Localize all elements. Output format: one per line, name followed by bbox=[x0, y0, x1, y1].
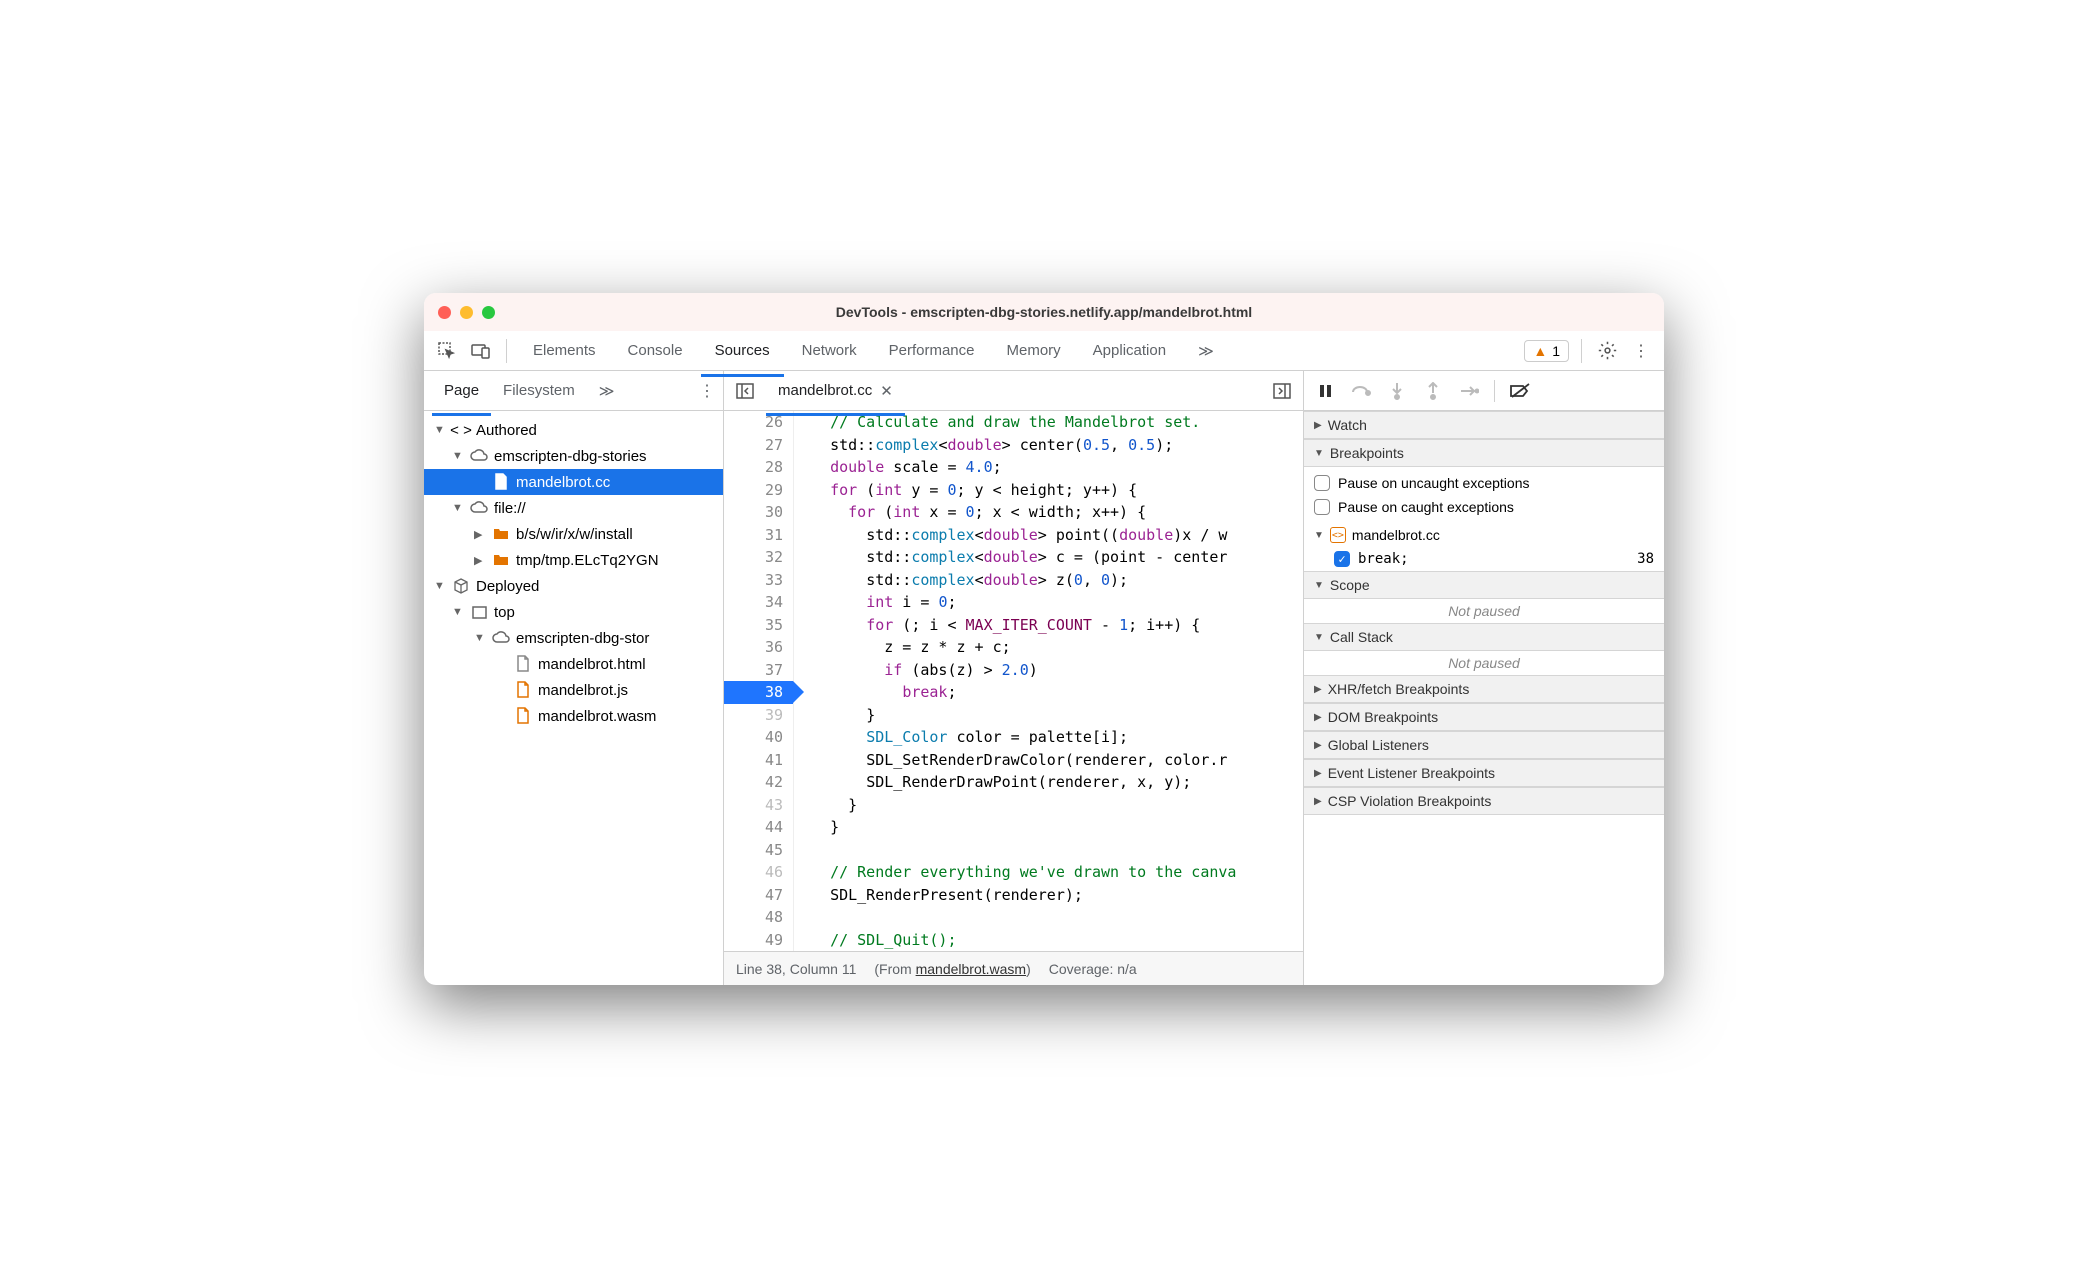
tree-file-mandelbrot-cc[interactable]: mandelbrot.cc bbox=[424, 469, 723, 495]
step-out-icon[interactable] bbox=[1422, 380, 1444, 402]
titlebar: DevTools - emscripten-dbg-stories.netlif… bbox=[424, 293, 1664, 331]
tab-performance[interactable]: Performance bbox=[875, 334, 989, 368]
pause-icon[interactable] bbox=[1314, 380, 1336, 402]
warning-count: 1 bbox=[1552, 343, 1560, 359]
window-title: DevTools - emscripten-dbg-stories.netlif… bbox=[424, 304, 1664, 320]
code-content[interactable]: // Calculate and draw the Mandelbrot set… bbox=[794, 411, 1236, 951]
tree-file-wasm[interactable]: mandelbrot.wasm bbox=[424, 703, 723, 729]
devtools-window: DevTools - emscripten-dbg-stories.netlif… bbox=[424, 293, 1664, 985]
editor-panel: mandelbrot.cc ✕ 262728293031323334353637… bbox=[724, 371, 1304, 985]
file-icon bbox=[492, 473, 510, 491]
kebab-menu-icon[interactable]: ⋮ bbox=[1628, 338, 1654, 364]
deactivate-breakpoints-icon[interactable] bbox=[1509, 380, 1531, 402]
zoom-window-button[interactable] bbox=[482, 306, 495, 319]
code-file-icon: <> bbox=[1330, 527, 1346, 543]
editor-statusbar: Line 38, Column 11 (From mandelbrot.wasm… bbox=[724, 951, 1303, 985]
debugger-toolbar bbox=[1304, 371, 1664, 411]
code-brackets-icon: < > bbox=[452, 421, 470, 439]
step-over-icon[interactable] bbox=[1350, 380, 1372, 402]
toggle-navigator-icon[interactable] bbox=[732, 378, 758, 404]
line-gutter[interactable]: 2627282930313233343536373839404142434445… bbox=[724, 411, 794, 951]
separator bbox=[506, 339, 507, 363]
section-watch[interactable]: ▶Watch bbox=[1304, 411, 1664, 439]
scope-body: Not paused bbox=[1304, 599, 1664, 623]
tab-elements[interactable]: Elements bbox=[519, 334, 610, 368]
checkbox-unchecked-icon[interactable] bbox=[1314, 499, 1330, 515]
cloud-icon bbox=[470, 447, 488, 465]
tree-file-html[interactable]: mandelbrot.html bbox=[424, 651, 723, 677]
section-global[interactable]: ▶Global Listeners bbox=[1304, 731, 1664, 759]
tree-domain-deployed[interactable]: ▼ emscripten-dbg-stor bbox=[424, 625, 723, 651]
section-dom[interactable]: ▶DOM Breakpoints bbox=[1304, 703, 1664, 731]
navigator-panel: Page Filesystem ≫ ⋮ ▼ < > Authored ▼ ems… bbox=[424, 371, 724, 985]
tab-network[interactable]: Network bbox=[788, 334, 871, 368]
file-icon bbox=[514, 655, 532, 673]
tab-console[interactable]: Console bbox=[614, 334, 697, 368]
file-tab-bar: mandelbrot.cc ✕ bbox=[724, 371, 1303, 411]
warning-icon: ▲ bbox=[1533, 343, 1547, 359]
window-controls bbox=[438, 306, 495, 319]
step-into-icon[interactable] bbox=[1386, 380, 1408, 402]
cloud-icon bbox=[492, 629, 510, 647]
file-icon bbox=[514, 681, 532, 699]
more-tabs-icon[interactable]: ≫ bbox=[1184, 334, 1228, 368]
cursor-position: Line 38, Column 11 bbox=[736, 961, 856, 977]
checkbox-checked-icon[interactable]: ✓ bbox=[1334, 551, 1350, 567]
callstack-body: Not paused bbox=[1304, 651, 1664, 675]
content-area: Page Filesystem ≫ ⋮ ▼ < > Authored ▼ ems… bbox=[424, 371, 1664, 985]
section-event[interactable]: ▶Event Listener Breakpoints bbox=[1304, 759, 1664, 787]
section-callstack[interactable]: ▼Call Stack bbox=[1304, 623, 1664, 651]
tree-authored[interactable]: ▼ < > Authored bbox=[424, 417, 723, 443]
tree-top[interactable]: ▼ top bbox=[424, 599, 723, 625]
breakpoints-body: Pause on uncaught exceptions Pause on ca… bbox=[1304, 467, 1664, 523]
tree-folder-install[interactable]: ▶ b/s/w/ir/x/w/install bbox=[424, 521, 723, 547]
settings-icon[interactable] bbox=[1594, 338, 1620, 364]
folder-icon bbox=[492, 525, 510, 543]
separator bbox=[1581, 339, 1582, 363]
close-tab-icon[interactable]: ✕ bbox=[880, 382, 893, 400]
main-toolbar: Elements Console Sources Network Perform… bbox=[424, 331, 1664, 371]
pause-uncaught-row[interactable]: Pause on uncaught exceptions bbox=[1314, 471, 1654, 495]
more-nav-tabs-icon[interactable]: ≫ bbox=[587, 374, 627, 408]
file-tab-mandelbrot-cc[interactable]: mandelbrot.cc ✕ bbox=[766, 375, 905, 407]
tab-memory[interactable]: Memory bbox=[993, 334, 1075, 368]
tab-sources[interactable]: Sources bbox=[701, 334, 784, 368]
section-xhr[interactable]: ▶XHR/fetch Breakpoints bbox=[1304, 675, 1664, 703]
device-toolbar-icon[interactable] bbox=[468, 338, 494, 364]
panel-tabs: Elements Console Sources Network Perform… bbox=[519, 334, 1516, 368]
file-tree: ▼ < > Authored ▼ emscripten-dbg-stories … bbox=[424, 411, 723, 985]
tree-folder-tmp[interactable]: ▶ tmp/tmp.ELcTq2YGN bbox=[424, 547, 723, 573]
nav-kebab-icon[interactable]: ⋮ bbox=[699, 381, 715, 401]
warnings-badge[interactable]: ▲ 1 bbox=[1524, 340, 1569, 362]
debugger-panel: ▶Watch ▼Breakpoints Pause on uncaught ex… bbox=[1304, 371, 1664, 985]
tree-file-js[interactable]: mandelbrot.js bbox=[424, 677, 723, 703]
section-scope[interactable]: ▼Scope bbox=[1304, 571, 1664, 599]
cube-icon bbox=[452, 577, 470, 595]
navigator-tabs: Page Filesystem ≫ ⋮ bbox=[424, 371, 723, 411]
tree-domain-emscripten[interactable]: ▼ emscripten-dbg-stories bbox=[424, 443, 723, 469]
file-icon bbox=[514, 707, 532, 725]
breakpoint-file[interactable]: ▼ <> mandelbrot.cc bbox=[1304, 523, 1664, 547]
breakpoint-item[interactable]: ✓ break; 38 bbox=[1304, 547, 1664, 571]
folder-icon bbox=[492, 551, 510, 569]
tab-page[interactable]: Page bbox=[432, 374, 491, 407]
tree-deployed[interactable]: ▼ Deployed bbox=[424, 573, 723, 599]
toggle-debugger-icon[interactable] bbox=[1269, 378, 1295, 404]
cloud-icon bbox=[470, 499, 488, 517]
step-icon[interactable] bbox=[1458, 380, 1480, 402]
code-editor[interactable]: 2627282930313233343536373839404142434445… bbox=[724, 411, 1303, 951]
source-origin: (From mandelbrot.wasm) bbox=[874, 961, 1030, 977]
checkbox-unchecked-icon[interactable] bbox=[1314, 475, 1330, 491]
section-breakpoints[interactable]: ▼Breakpoints bbox=[1304, 439, 1664, 467]
tab-application[interactable]: Application bbox=[1079, 334, 1180, 368]
pause-caught-row[interactable]: Pause on caught exceptions bbox=[1314, 495, 1654, 519]
coverage-status: Coverage: n/a bbox=[1049, 961, 1137, 977]
frame-icon bbox=[470, 603, 488, 621]
minimize-window-button[interactable] bbox=[460, 306, 473, 319]
close-window-button[interactable] bbox=[438, 306, 451, 319]
tree-file-scheme[interactable]: ▼ file:// bbox=[424, 495, 723, 521]
tab-filesystem[interactable]: Filesystem bbox=[491, 374, 587, 407]
section-csp[interactable]: ▶CSP Violation Breakpoints bbox=[1304, 787, 1664, 815]
inspect-element-icon[interactable] bbox=[434, 338, 460, 364]
